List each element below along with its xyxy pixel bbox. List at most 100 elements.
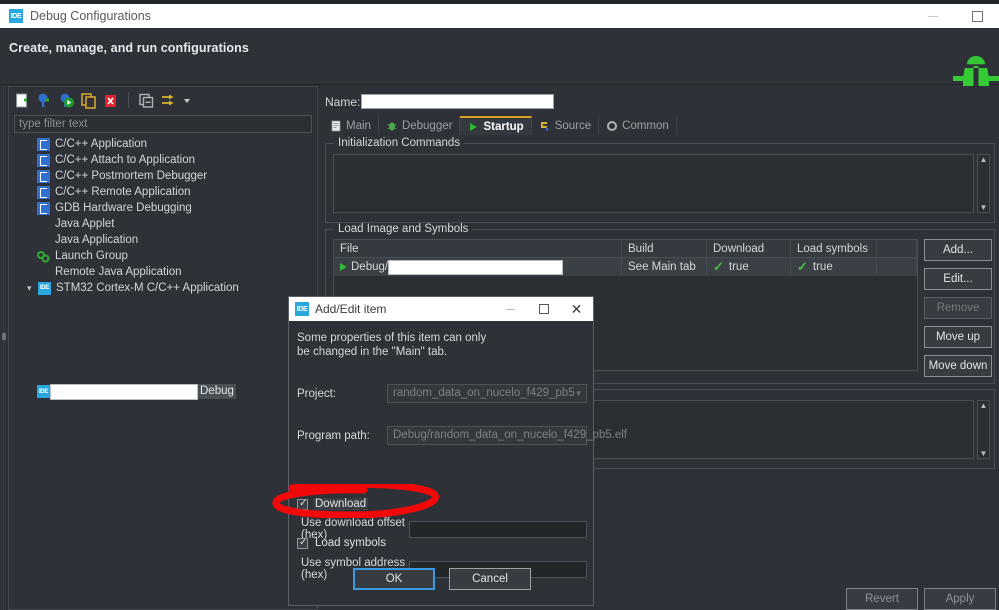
edit-button[interactable]: Edit... — [924, 268, 992, 290]
tab-debugger[interactable]: Debugger — [379, 116, 461, 135]
checkbox-icon[interactable] — [297, 537, 308, 549]
initialization-commands-legend: Initialization Commands — [334, 137, 465, 149]
page-title: Create, manage, and run configurations — [9, 41, 249, 55]
tree-item-label: Java Application — [55, 234, 139, 246]
tree-item-stm32-cortex-m[interactable]: ▾ IDE STM32 Cortex-M C/C++ Application — [14, 280, 312, 296]
apply-button[interactable]: Apply — [924, 588, 996, 610]
cell-extra — [877, 258, 917, 276]
column-header-build[interactable]: Build — [622, 240, 707, 258]
dialog-maximize-button[interactable] — [527, 297, 560, 321]
tree-item-cpp-attach[interactable]: C/C++ Attach to Application — [14, 152, 312, 168]
ok-button[interactable]: OK — [353, 568, 435, 590]
scroll-down-icon[interactable]: ▼ — [980, 449, 988, 458]
download-checkbox-label: Download — [313, 498, 369, 510]
configuration-name-input[interactable] — [50, 383, 198, 400]
document-icon — [331, 120, 341, 131]
cpp-icon — [37, 137, 50, 151]
tree-item-label: GDB Hardware Debugging — [55, 202, 192, 214]
load-symbols-checkbox-row[interactable]: Load symbols — [297, 537, 388, 549]
dialog-note-line1: Some properties of this item can only — [297, 332, 487, 344]
tab-main[interactable]: Main — [323, 116, 379, 135]
tree-item-java-application[interactable]: Java Application — [14, 232, 312, 248]
tree-item-label: C/C++ Attach to Application — [55, 154, 196, 166]
tree-item-cpp-postmortem[interactable]: C/C++ Postmortem Debugger — [14, 168, 312, 184]
tab-startup[interactable]: Startup — [460, 116, 532, 135]
filter-icon[interactable] — [160, 92, 177, 109]
toolbar-separator — [128, 92, 129, 108]
check-icon: ✓ — [797, 259, 808, 274]
tree-item-cpp-remote[interactable]: C/C++ Remote Application — [14, 184, 312, 200]
remove-button: Remove — [924, 297, 992, 319]
add-button[interactable]: Add... — [924, 239, 992, 261]
scroll-down-icon[interactable]: ▼ — [980, 203, 988, 212]
cancel-button[interactable]: Cancel — [449, 568, 531, 590]
new-prototype-icon[interactable] — [36, 92, 53, 109]
name-input[interactable] — [361, 94, 555, 109]
dialog-close-button[interactable]: ✕ — [560, 297, 593, 321]
filter-input[interactable]: type filter text — [14, 115, 312, 133]
tab-label: Main — [346, 119, 371, 132]
dialog-minimize-button[interactable] — [494, 297, 527, 321]
name-label: Name: — [325, 94, 361, 109]
dialog-body: Some properties of this item can only be… — [289, 321, 627, 606]
banner: Create, manage, and run configurations — [0, 28, 999, 108]
tree-item-launch-group[interactable]: Launch Group — [14, 248, 312, 264]
minimize-icon — [928, 15, 938, 17]
left-rail — [0, 86, 8, 610]
name-row: Name: — [325, 94, 555, 109]
new-configuration-icon[interactable] — [14, 92, 31, 109]
rail-handle[interactable] — [2, 333, 6, 340]
initialization-commands-textarea[interactable] — [333, 154, 974, 213]
lower-group-scrollbar[interactable]: ▲ ▼ — [977, 400, 990, 459]
tree-item-remote-java[interactable]: Remote Java Application — [14, 264, 312, 280]
rail-divider — [3, 86, 4, 610]
tab-source[interactable]: Source — [532, 116, 600, 135]
move-down-button[interactable]: Move down — [924, 355, 992, 377]
table-row[interactable]: Debug/ See Main tab ✓ true ✓ true — [334, 258, 917, 276]
program-path-label: Program path: — [297, 429, 370, 442]
collapse-all-icon[interactable] — [138, 92, 155, 109]
tab-bar: Main Debugger Startup Source Common — [323, 116, 995, 135]
dialog-note-line2: be changed in the "Main" tab. — [297, 346, 448, 358]
cell-file[interactable]: Debug/ — [334, 258, 622, 276]
dropdown-arrow-icon[interactable] — [182, 92, 192, 109]
column-header-load-symbols[interactable]: Load symbols — [791, 240, 877, 258]
check-icon: ✓ — [713, 259, 724, 274]
ide-icon: IDE — [38, 281, 51, 295]
revert-button[interactable]: Revert — [846, 588, 918, 610]
tree-item-java-applet[interactable]: Java Applet — [14, 216, 312, 232]
download-checkbox-row[interactable]: Download — [297, 498, 369, 510]
export-icon[interactable] — [58, 92, 75, 109]
project-row: Project: random_data_on_nucelo_f429_pb5 … — [297, 384, 587, 403]
program-path-input[interactable]: Debug/random_data_on_nucelo_f429_pb5.elf — [387, 426, 627, 445]
dialog-note: Some properties of this item can only be… — [297, 331, 486, 359]
configurations-panel: type filter text C/C++ Application C/C++… — [8, 86, 318, 610]
cell-file-input[interactable] — [388, 259, 564, 275]
project-combobox[interactable]: random_data_on_nucelo_f429_pb5 ▼ — [387, 384, 587, 403]
column-header-file[interactable]: File — [334, 240, 622, 258]
move-up-button[interactable]: Move up — [924, 326, 992, 348]
checkbox-icon[interactable] — [297, 498, 308, 510]
cell-load-symbols: ✓ true — [791, 258, 877, 276]
column-header-extra[interactable] — [877, 240, 917, 258]
minimize-button[interactable] — [911, 4, 955, 28]
launch-group-icon — [37, 250, 50, 262]
column-header-download[interactable]: Download — [707, 240, 791, 258]
maximize-button[interactable] — [955, 4, 999, 28]
scroll-up-icon[interactable]: ▲ — [980, 401, 988, 410]
bug-icon — [387, 122, 397, 130]
project-label: Project: — [297, 387, 336, 400]
tree-item-gdb-hardware[interactable]: GDB Hardware Debugging — [14, 200, 312, 216]
delete-icon[interactable] — [102, 92, 119, 109]
tab-common[interactable]: Common — [599, 116, 677, 135]
scroll-up-icon[interactable]: ▲ — [980, 155, 988, 164]
initialization-commands-scrollbar[interactable]: ▲ ▼ — [977, 154, 990, 213]
download-offset-input[interactable] — [409, 520, 587, 538]
tab-label: Debugger — [401, 119, 453, 132]
chevron-down-icon[interactable]: ▾ — [27, 283, 37, 294]
duplicate-icon[interactable] — [80, 92, 97, 109]
tree-item-cpp-application[interactable]: C/C++ Application — [14, 136, 312, 152]
cell-build: See Main tab — [622, 258, 707, 276]
cell-download: ✓ true — [707, 258, 791, 276]
